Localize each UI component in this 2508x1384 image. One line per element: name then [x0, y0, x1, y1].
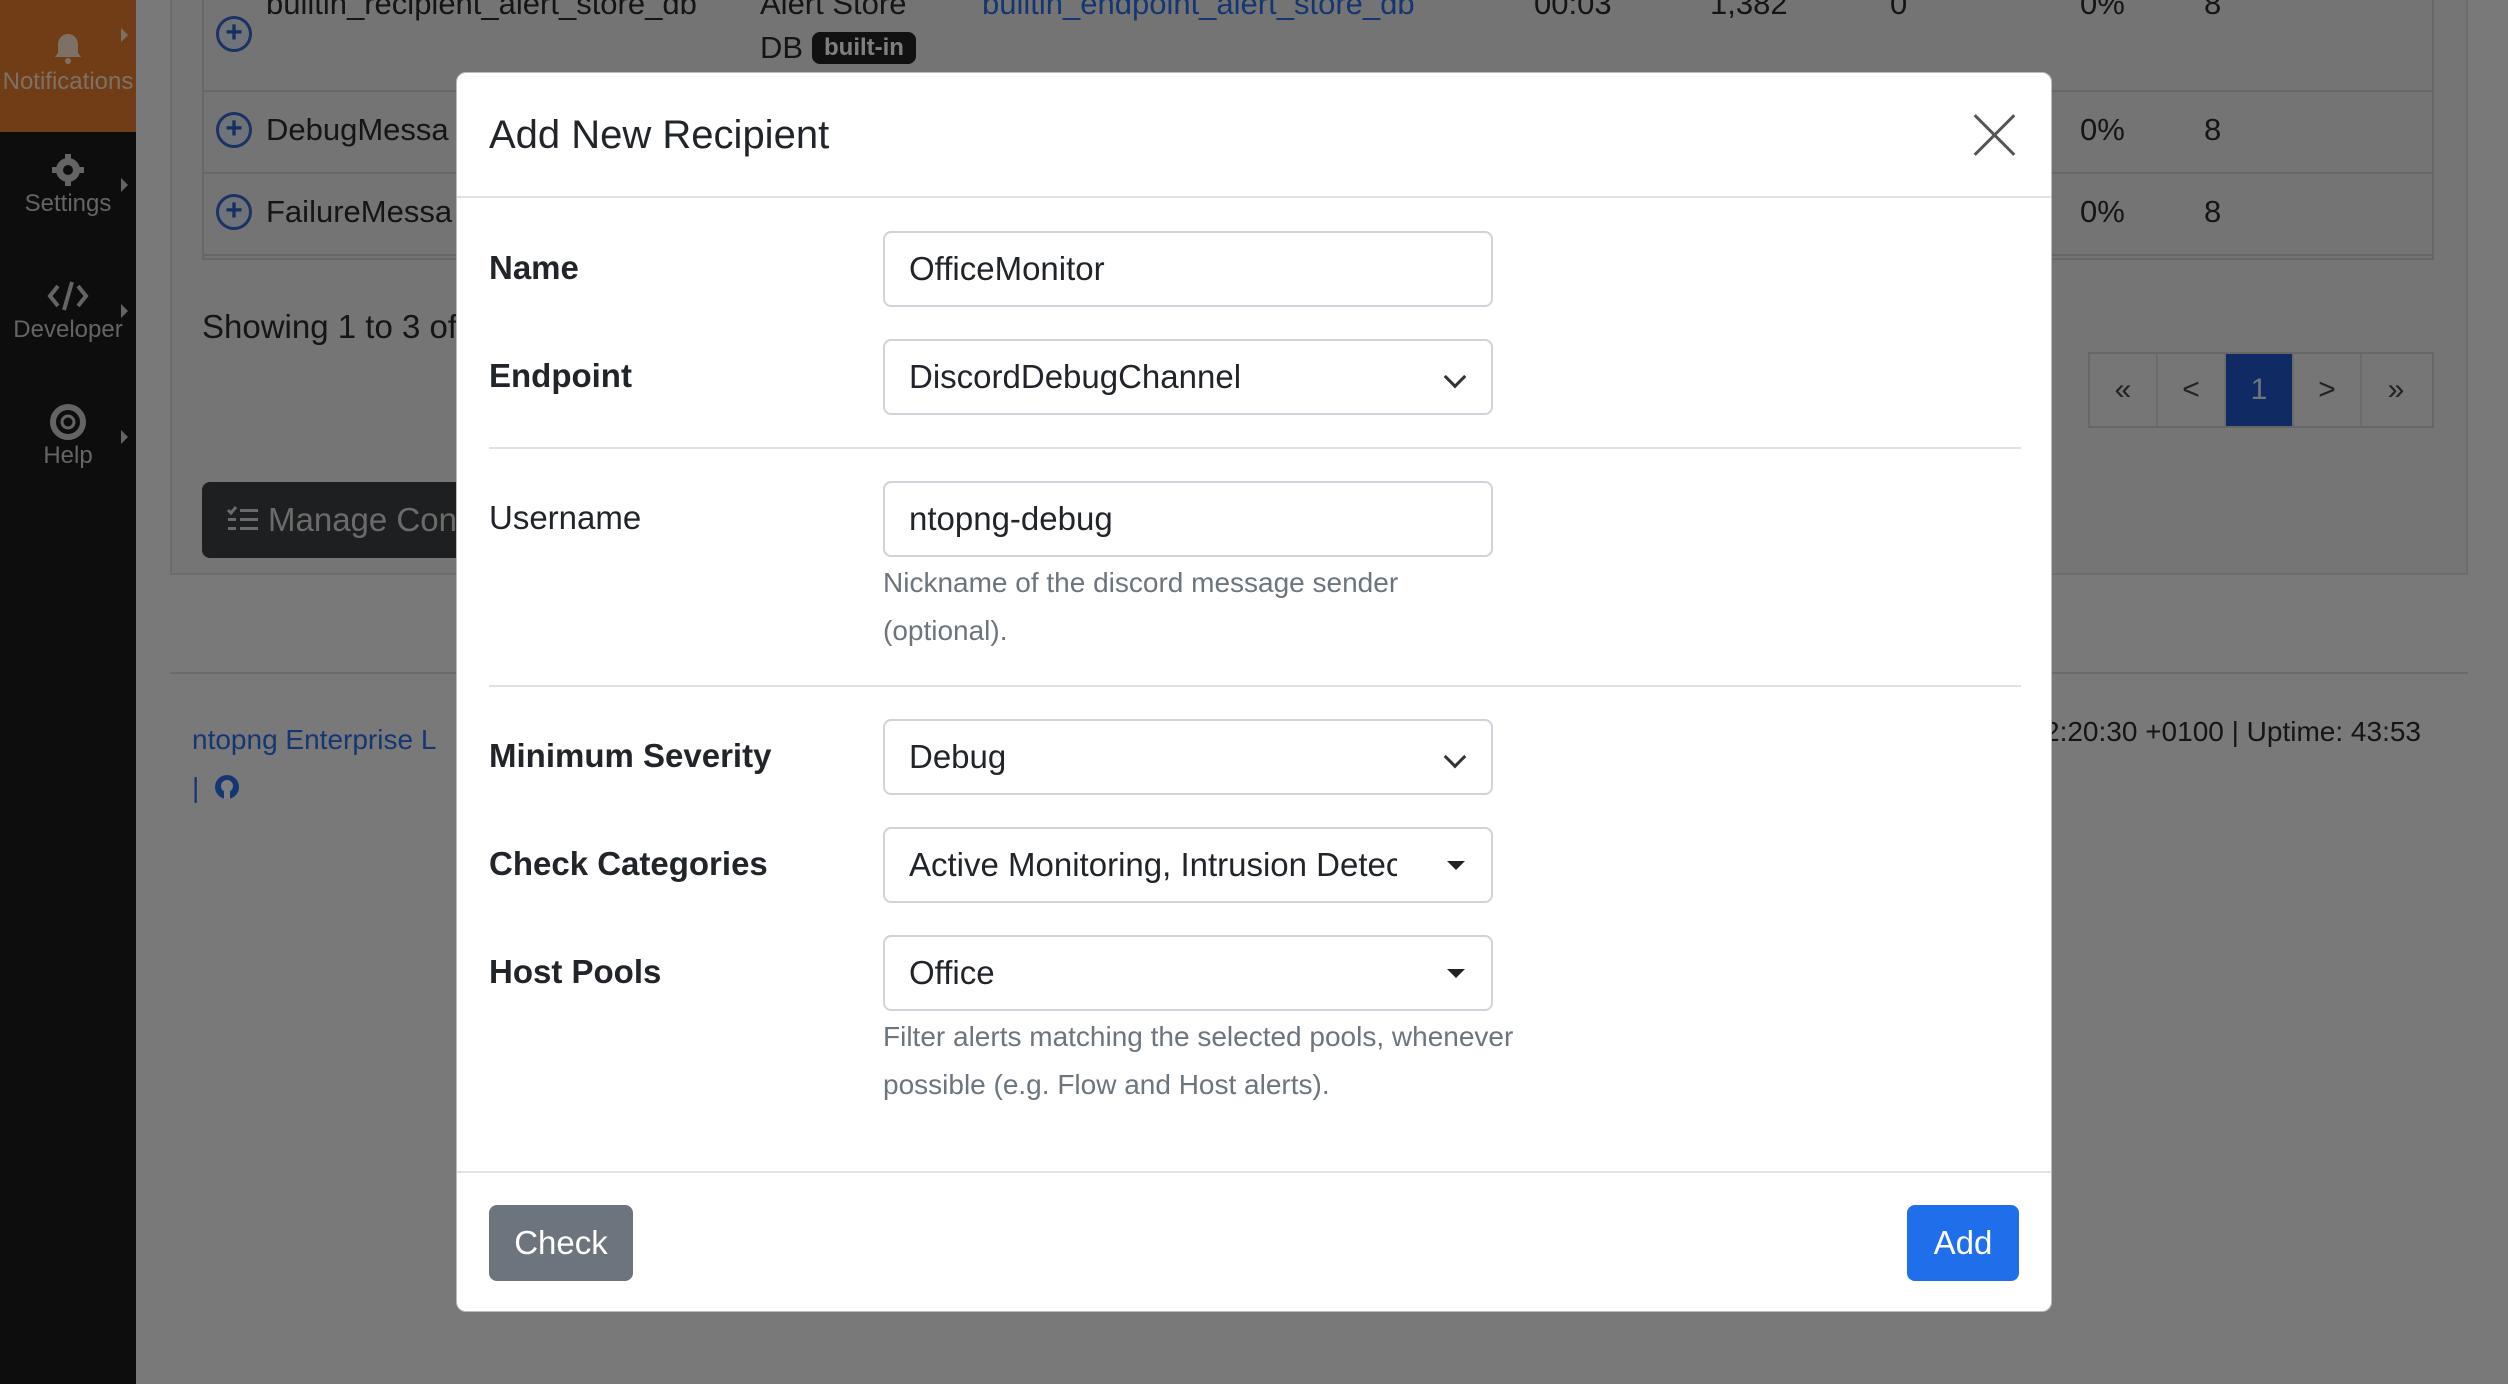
pools-help: Filter alerts matching the selected pool…	[883, 1021, 1514, 1100]
severity-value: Debug	[909, 738, 1007, 775]
severity-label: Minimum Severity	[489, 737, 772, 774]
add-button[interactable]: Add	[1907, 1205, 2019, 1281]
chevron-down-icon	[1443, 365, 1467, 389]
check-button[interactable]: Check	[489, 1205, 633, 1281]
categories-label: Check Categories	[489, 845, 768, 882]
name-input[interactable]: OfficeMonitor	[883, 231, 1493, 307]
name-label: Name	[489, 249, 579, 286]
endpoint-label: Endpoint	[489, 357, 632, 394]
modal-header: Add New Recipient	[457, 73, 2051, 198]
username-help: Nickname of the discord message sender (…	[883, 567, 1399, 646]
modal-title: Add New Recipient	[489, 113, 830, 157]
chevron-down-icon	[1443, 745, 1467, 769]
categories-select[interactable]: Active Monitoring, Intrusion Detection	[883, 827, 1493, 903]
caret-down-icon	[1447, 969, 1465, 978]
close-icon[interactable]	[1971, 111, 2019, 159]
pools-select[interactable]: Office	[883, 935, 1493, 1011]
section-divider	[489, 685, 2021, 687]
section-divider	[489, 447, 2021, 449]
severity-select[interactable]: Debug	[883, 719, 1493, 795]
add-recipient-modal: Add New Recipient Name OfficeMonitor End…	[456, 72, 2052, 1312]
endpoint-value: DiscordDebugChannel	[909, 358, 1242, 395]
pools-label: Host Pools	[489, 953, 662, 990]
caret-down-icon	[1447, 861, 1465, 870]
categories-value: Active Monitoring, Intrusion Detection	[909, 846, 1456, 883]
modal-footer: Check Add	[457, 1171, 2051, 1313]
username-label: Username	[489, 499, 642, 536]
pools-value: Office	[909, 954, 995, 991]
endpoint-select[interactable]: DiscordDebugChannel	[883, 339, 1493, 415]
username-input[interactable]: ntopng-debug	[883, 481, 1493, 557]
